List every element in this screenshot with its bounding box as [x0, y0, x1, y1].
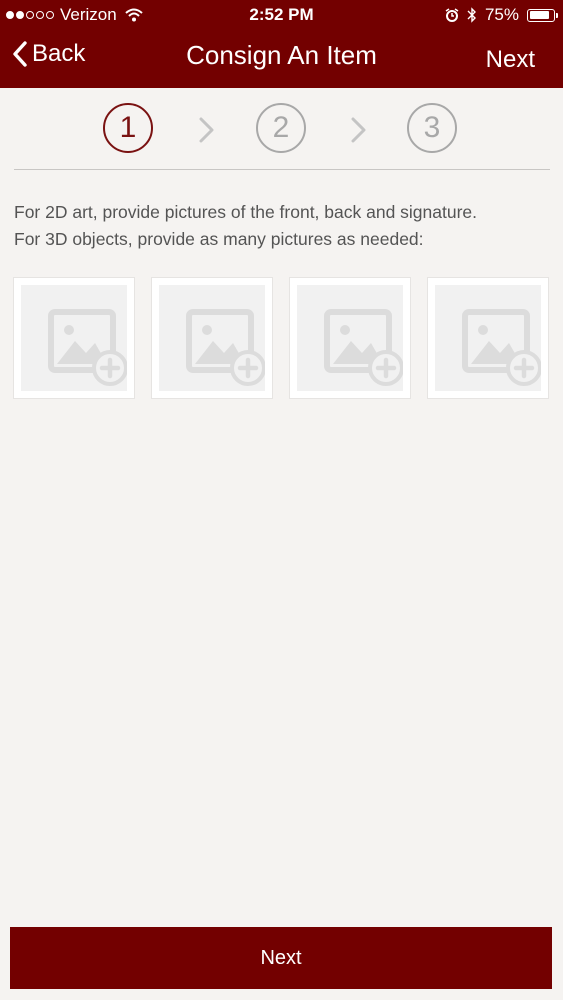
chevron-right-icon [199, 117, 214, 143]
next-button[interactable]: Next [10, 927, 552, 989]
photo-slots [13, 277, 553, 401]
top-bar: Verizon 2:52 PM 75% Back Consign An Item… [0, 0, 563, 88]
step-2: 2 [256, 103, 306, 153]
chevron-right-icon [351, 117, 366, 143]
add-photo-icon [462, 309, 541, 386]
instructions-text: For 2D art, provide pictures of the fron… [14, 199, 554, 253]
add-photo-icon [324, 309, 403, 386]
instructions-line-1: For 2D art, provide pictures of the fron… [14, 202, 478, 222]
divider [14, 169, 550, 170]
status-bar: Verizon 2:52 PM 75% [0, 0, 563, 30]
photo-slot-1[interactable] [13, 277, 135, 399]
photo-slot-4[interactable] [427, 277, 549, 399]
instructions-line-2: For 3D objects, provide as many pictures… [14, 229, 424, 249]
photo-slot-3[interactable] [289, 277, 411, 399]
page-title: Consign An Item [186, 40, 377, 70]
nav-next-button[interactable]: Next [486, 46, 535, 74]
step-1: 1 [103, 103, 153, 153]
step-3: 3 [407, 103, 457, 153]
step-indicator: 1 2 3 [0, 103, 563, 157]
add-photo-icon [48, 309, 127, 386]
battery-percent: 75% [484, 5, 519, 24]
add-photo-icon [186, 309, 265, 386]
photo-slot-2[interactable] [151, 277, 273, 399]
battery-icon [527, 8, 558, 22]
bluetooth-icon [467, 7, 476, 23]
alarm-icon [445, 8, 459, 22]
